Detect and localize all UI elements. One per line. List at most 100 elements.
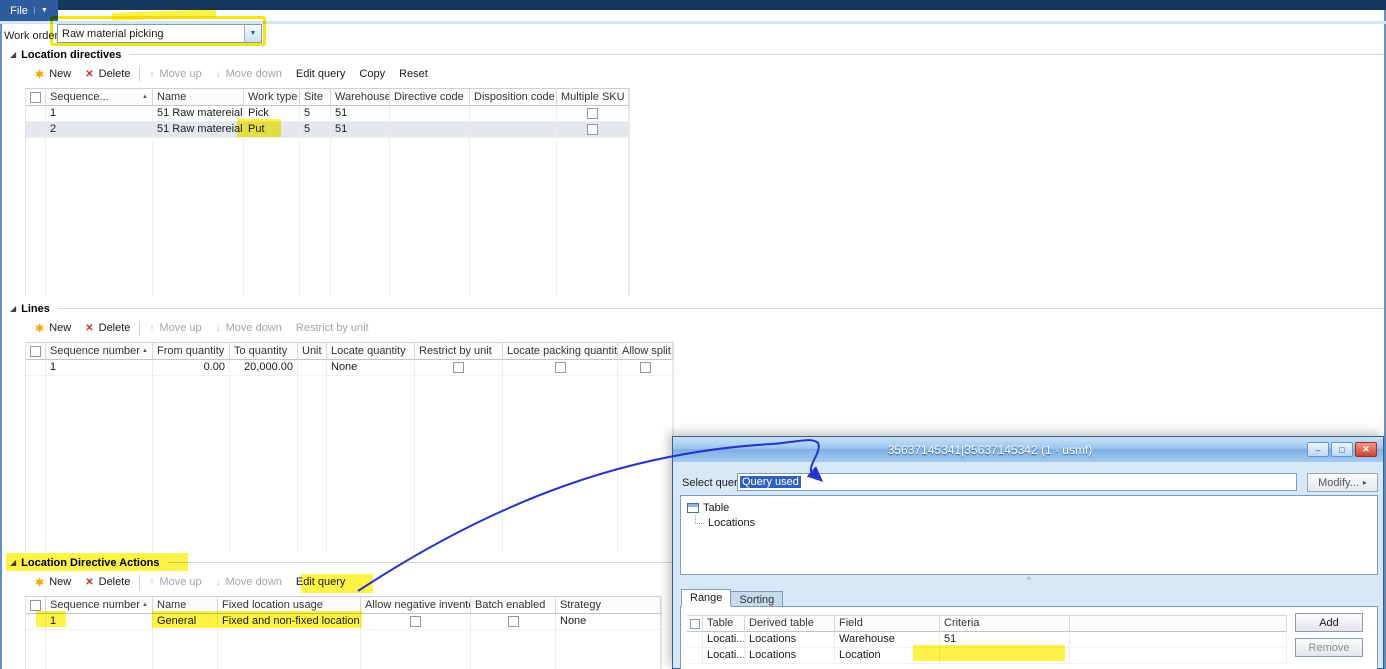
tree-node-locations[interactable]: Locations xyxy=(695,515,1371,530)
col-allow-negative-inventory[interactable]: Allow negative inventory xyxy=(361,597,471,614)
toolbar-separator xyxy=(139,321,140,336)
new-button[interactable]: ✱ New xyxy=(28,66,78,83)
edit-query-button[interactable]: Edit query xyxy=(289,574,353,590)
col-locate-quantity[interactable]: Locate quantity xyxy=(327,343,415,360)
col-fixed-location-usage[interactable]: Fixed location usage xyxy=(218,597,361,614)
col-table[interactable]: Table xyxy=(703,616,745,632)
move-up-button[interactable]: ↑ Move up xyxy=(142,320,208,336)
col-site[interactable]: Site xyxy=(300,89,331,106)
col-sequence-number[interactable]: Sequence number ▲ xyxy=(46,343,153,360)
move-down-button[interactable]: ↓ Move down xyxy=(209,574,289,590)
col-name[interactable]: Name xyxy=(153,89,244,106)
lines-grid: Sequence number ▲ From quantity To quant… xyxy=(25,342,674,552)
modify-button[interactable]: Modify... ▸ xyxy=(1307,473,1378,492)
delete-button[interactable]: ✕ Delete xyxy=(78,574,137,590)
tab-range[interactable]: Range xyxy=(681,589,731,607)
table-row[interactable]: 1 General Fixed and non-fixed locations … xyxy=(26,614,661,630)
collapse-triangle-icon: ◢ xyxy=(10,304,16,313)
range-grid: Table Derived table Field Criteria Locat… xyxy=(687,615,1287,664)
col-to-quantity[interactable]: To quantity xyxy=(230,343,298,360)
select-all-checkbox[interactable] xyxy=(26,89,46,106)
col-name[interactable]: Name xyxy=(153,597,218,614)
arrow-down-icon: ↓ xyxy=(216,323,221,334)
select-all-checkbox[interactable] xyxy=(26,343,46,360)
chevron-down-icon: ▼ xyxy=(34,7,48,14)
col-multiple-sku[interactable]: Multiple SKU xyxy=(557,89,629,106)
col-allow-split[interactable]: Allow split xyxy=(618,343,673,360)
col-batch-enabled[interactable]: Batch enabled xyxy=(471,597,556,614)
criteria-cell[interactable]: 51 xyxy=(940,632,1070,647)
table-row[interactable]: 1 51 Raw matereials Pick 5 51 xyxy=(26,106,629,122)
col-sequence[interactable]: Sequence... ▲ xyxy=(46,89,153,106)
allow-split-checkbox[interactable] xyxy=(618,360,673,375)
file-menu-button[interactable]: File ▼ xyxy=(0,0,58,21)
batch-enabled-checkbox[interactable] xyxy=(471,614,556,629)
close-button[interactable]: ✕ xyxy=(1355,442,1377,457)
move-up-button[interactable]: ↑ Move up xyxy=(142,574,208,590)
actions-header-row: Sequence number ▲ Name Fixed location us… xyxy=(26,597,661,614)
copy-button[interactable]: Copy xyxy=(352,66,392,82)
new-button[interactable]: ✱ New xyxy=(28,574,78,591)
col-from-quantity[interactable]: From quantity xyxy=(153,343,230,360)
select-all-checkbox[interactable] xyxy=(26,597,46,614)
delete-button[interactable]: ✕ Delete xyxy=(78,320,137,336)
col-directive-code[interactable]: Directive code xyxy=(390,89,470,106)
combo-dropdown-button[interactable]: ▼ xyxy=(244,25,261,42)
col-field[interactable]: Field xyxy=(835,616,940,632)
col-strategy[interactable]: Strategy xyxy=(556,597,661,614)
col-restrict-by-unit[interactable]: Restrict by unit xyxy=(415,343,503,360)
dialog-title: 35637145341|35637145342 (1 - usmf) xyxy=(673,443,1307,457)
tree-node-table[interactable]: Table xyxy=(687,500,1371,515)
criteria-cell[interactable] xyxy=(940,648,1070,663)
col-locate-packing-quantity[interactable]: Locate packing quantity xyxy=(503,343,618,360)
range-tab-panel: Table Derived table Field Criteria Locat… xyxy=(680,606,1378,669)
delete-icon: ✕ xyxy=(85,69,93,80)
reset-button[interactable]: Reset xyxy=(392,66,435,82)
table-row[interactable]: 1 0.00 20,000.00 None xyxy=(26,360,673,376)
new-button[interactable]: ✱ New xyxy=(28,320,78,337)
restrict-by-unit-checkbox[interactable] xyxy=(415,360,503,375)
table-row[interactable]: Locati... Locations Warehouse 51 xyxy=(687,632,1287,648)
arrow-up-icon: ↑ xyxy=(149,323,154,334)
section-title: Location Directive Actions xyxy=(21,557,159,569)
dialog-title-bar[interactable]: 35637145341|35637145342 (1 - usmf) – □ ✕ xyxy=(673,437,1383,462)
move-down-button[interactable]: ↓ Move down xyxy=(209,66,289,82)
multiple-sku-checkbox[interactable] xyxy=(557,106,629,121)
collapse-triangle-icon: ◢ xyxy=(10,558,16,567)
col-sequence-number[interactable]: Sequence number ▲ xyxy=(46,597,153,614)
table-row[interactable]: Locati... Locations Location xyxy=(687,648,1287,664)
maximize-button[interactable]: □ xyxy=(1331,442,1353,457)
section-location-directives[interactable]: ◢ Location directives xyxy=(10,47,1384,62)
remove-button[interactable]: Remove xyxy=(1295,638,1363,657)
locate-packing-quantity-checkbox[interactable] xyxy=(503,360,618,375)
splitter-grip[interactable]: ^ xyxy=(673,576,1385,584)
sort-asc-icon: ▲ xyxy=(140,598,148,613)
tab-sorting[interactable]: Sorting xyxy=(731,591,783,607)
col-unit[interactable]: Unit xyxy=(298,343,327,360)
edit-query-dialog: 35637145341|35637145342 (1 - usmf) – □ ✕… xyxy=(672,436,1384,669)
edit-query-button[interactable]: Edit query xyxy=(289,66,353,82)
delete-icon: ✕ xyxy=(85,577,93,588)
move-up-button[interactable]: ↑ Move up xyxy=(142,66,208,82)
sort-asc-icon: ▲ xyxy=(140,344,148,359)
allow-negative-inventory-checkbox[interactable] xyxy=(361,614,471,629)
select-all-checkbox[interactable] xyxy=(687,616,703,632)
multiple-sku-checkbox[interactable] xyxy=(557,122,629,137)
select-query-input[interactable]: Query used xyxy=(737,473,1297,491)
section-lines[interactable]: ◢ Lines xyxy=(10,301,1384,316)
move-down-button[interactable]: ↓ Move down xyxy=(209,320,289,336)
col-disposition-code[interactable]: Disposition code xyxy=(470,89,557,106)
delete-button[interactable]: ✕ Delete xyxy=(78,66,137,82)
range-header-row: Table Derived table Field Criteria xyxy=(687,616,1287,632)
table-row[interactable]: 2 51 Raw matereials Put 5 51 xyxy=(26,122,629,138)
arrow-down-icon: ↓ xyxy=(216,69,221,80)
work-order-type-combo[interactable]: Raw material picking ▼ xyxy=(57,24,262,43)
add-button[interactable]: Add xyxy=(1295,613,1363,632)
restrict-by-unit-button[interactable]: Restrict by unit xyxy=(289,320,376,336)
col-criteria[interactable]: Criteria xyxy=(940,616,1070,632)
col-derived-table[interactable]: Derived table xyxy=(745,616,835,632)
minimize-button[interactable]: – xyxy=(1307,442,1329,457)
new-icon: ✱ xyxy=(35,322,44,335)
col-warehouse[interactable]: Warehouse xyxy=(331,89,390,106)
col-work-type[interactable]: Work type xyxy=(244,89,300,106)
